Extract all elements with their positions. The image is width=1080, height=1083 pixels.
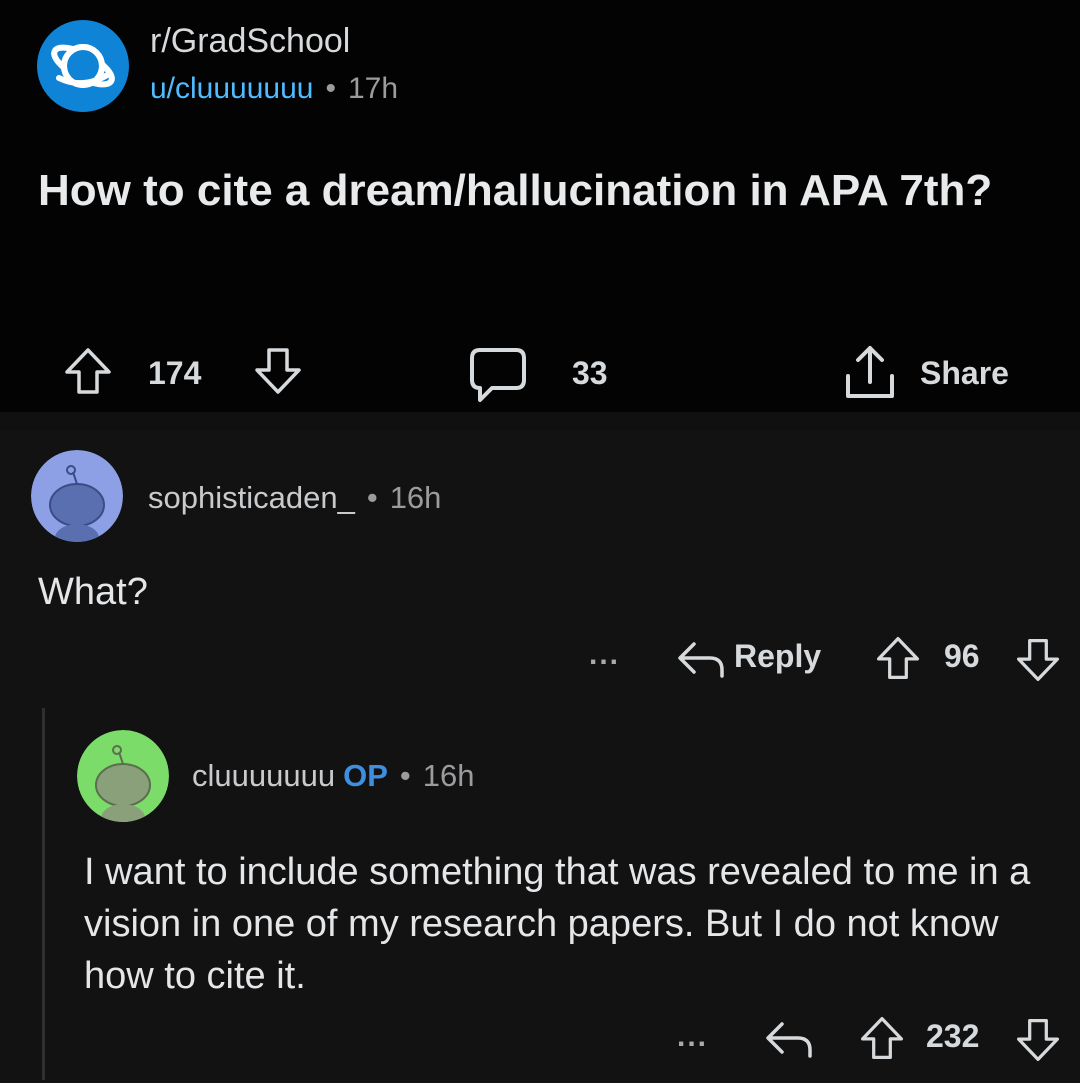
meta-separator: • (366, 480, 378, 515)
comment-age: 16h (389, 480, 442, 515)
reply-icon[interactable] (764, 1016, 814, 1062)
downvote-icon[interactable] (1014, 636, 1062, 684)
comment-username[interactable]: cluuuuuuu (192, 758, 335, 793)
upvote-icon[interactable] (874, 634, 922, 682)
more-options-button[interactable]: ... (589, 638, 620, 672)
post-separator (0, 412, 1080, 430)
comment-meta: cluuuuuuu OP • 16h (192, 758, 474, 794)
planet-icon[interactable] (37, 20, 129, 112)
comment-username[interactable]: sophisticaden_ (148, 480, 355, 515)
comment-icon[interactable] (468, 344, 528, 404)
share-icon[interactable] (840, 342, 900, 402)
avatar[interactable] (31, 450, 123, 542)
meta-separator: • (399, 758, 411, 793)
more-options-button[interactable]: ... (677, 1020, 708, 1054)
share-button[interactable]: Share (920, 355, 1009, 392)
post-title[interactable]: How to cite a dream/hallucination in APA… (38, 162, 1068, 219)
comment-body: I want to include something that was rev… (84, 851, 1031, 997)
comment-score: 232 (926, 1018, 980, 1054)
reply-icon[interactable] (676, 636, 726, 682)
avatar[interactable] (77, 730, 169, 822)
upvote-icon[interactable] (62, 345, 114, 397)
downvote-icon[interactable] (1014, 1016, 1062, 1064)
meta-separator: • (325, 72, 336, 105)
reply-button[interactable]: Reply (734, 638, 821, 675)
downvote-icon[interactable] (252, 345, 304, 397)
comment-age: 16h (422, 758, 475, 793)
comment-meta: sophisticaden_ • 16h (148, 480, 441, 516)
subreddit-name[interactable]: r/GradSchool (150, 22, 350, 61)
post-age: 17h (348, 72, 399, 105)
post-author[interactable]: u/cluuuuuuu (150, 72, 313, 105)
thread-line[interactable] (42, 708, 45, 1080)
op-badge: OP (343, 758, 388, 793)
comment-body: What? (38, 571, 148, 613)
comment-count[interactable]: 33 (572, 355, 608, 392)
upvote-icon[interactable] (858, 1014, 906, 1062)
post-score: 174 (148, 355, 202, 391)
post-meta: u/cluuuuuuu • 17h (150, 72, 398, 106)
comment-score: 96 (944, 638, 980, 674)
